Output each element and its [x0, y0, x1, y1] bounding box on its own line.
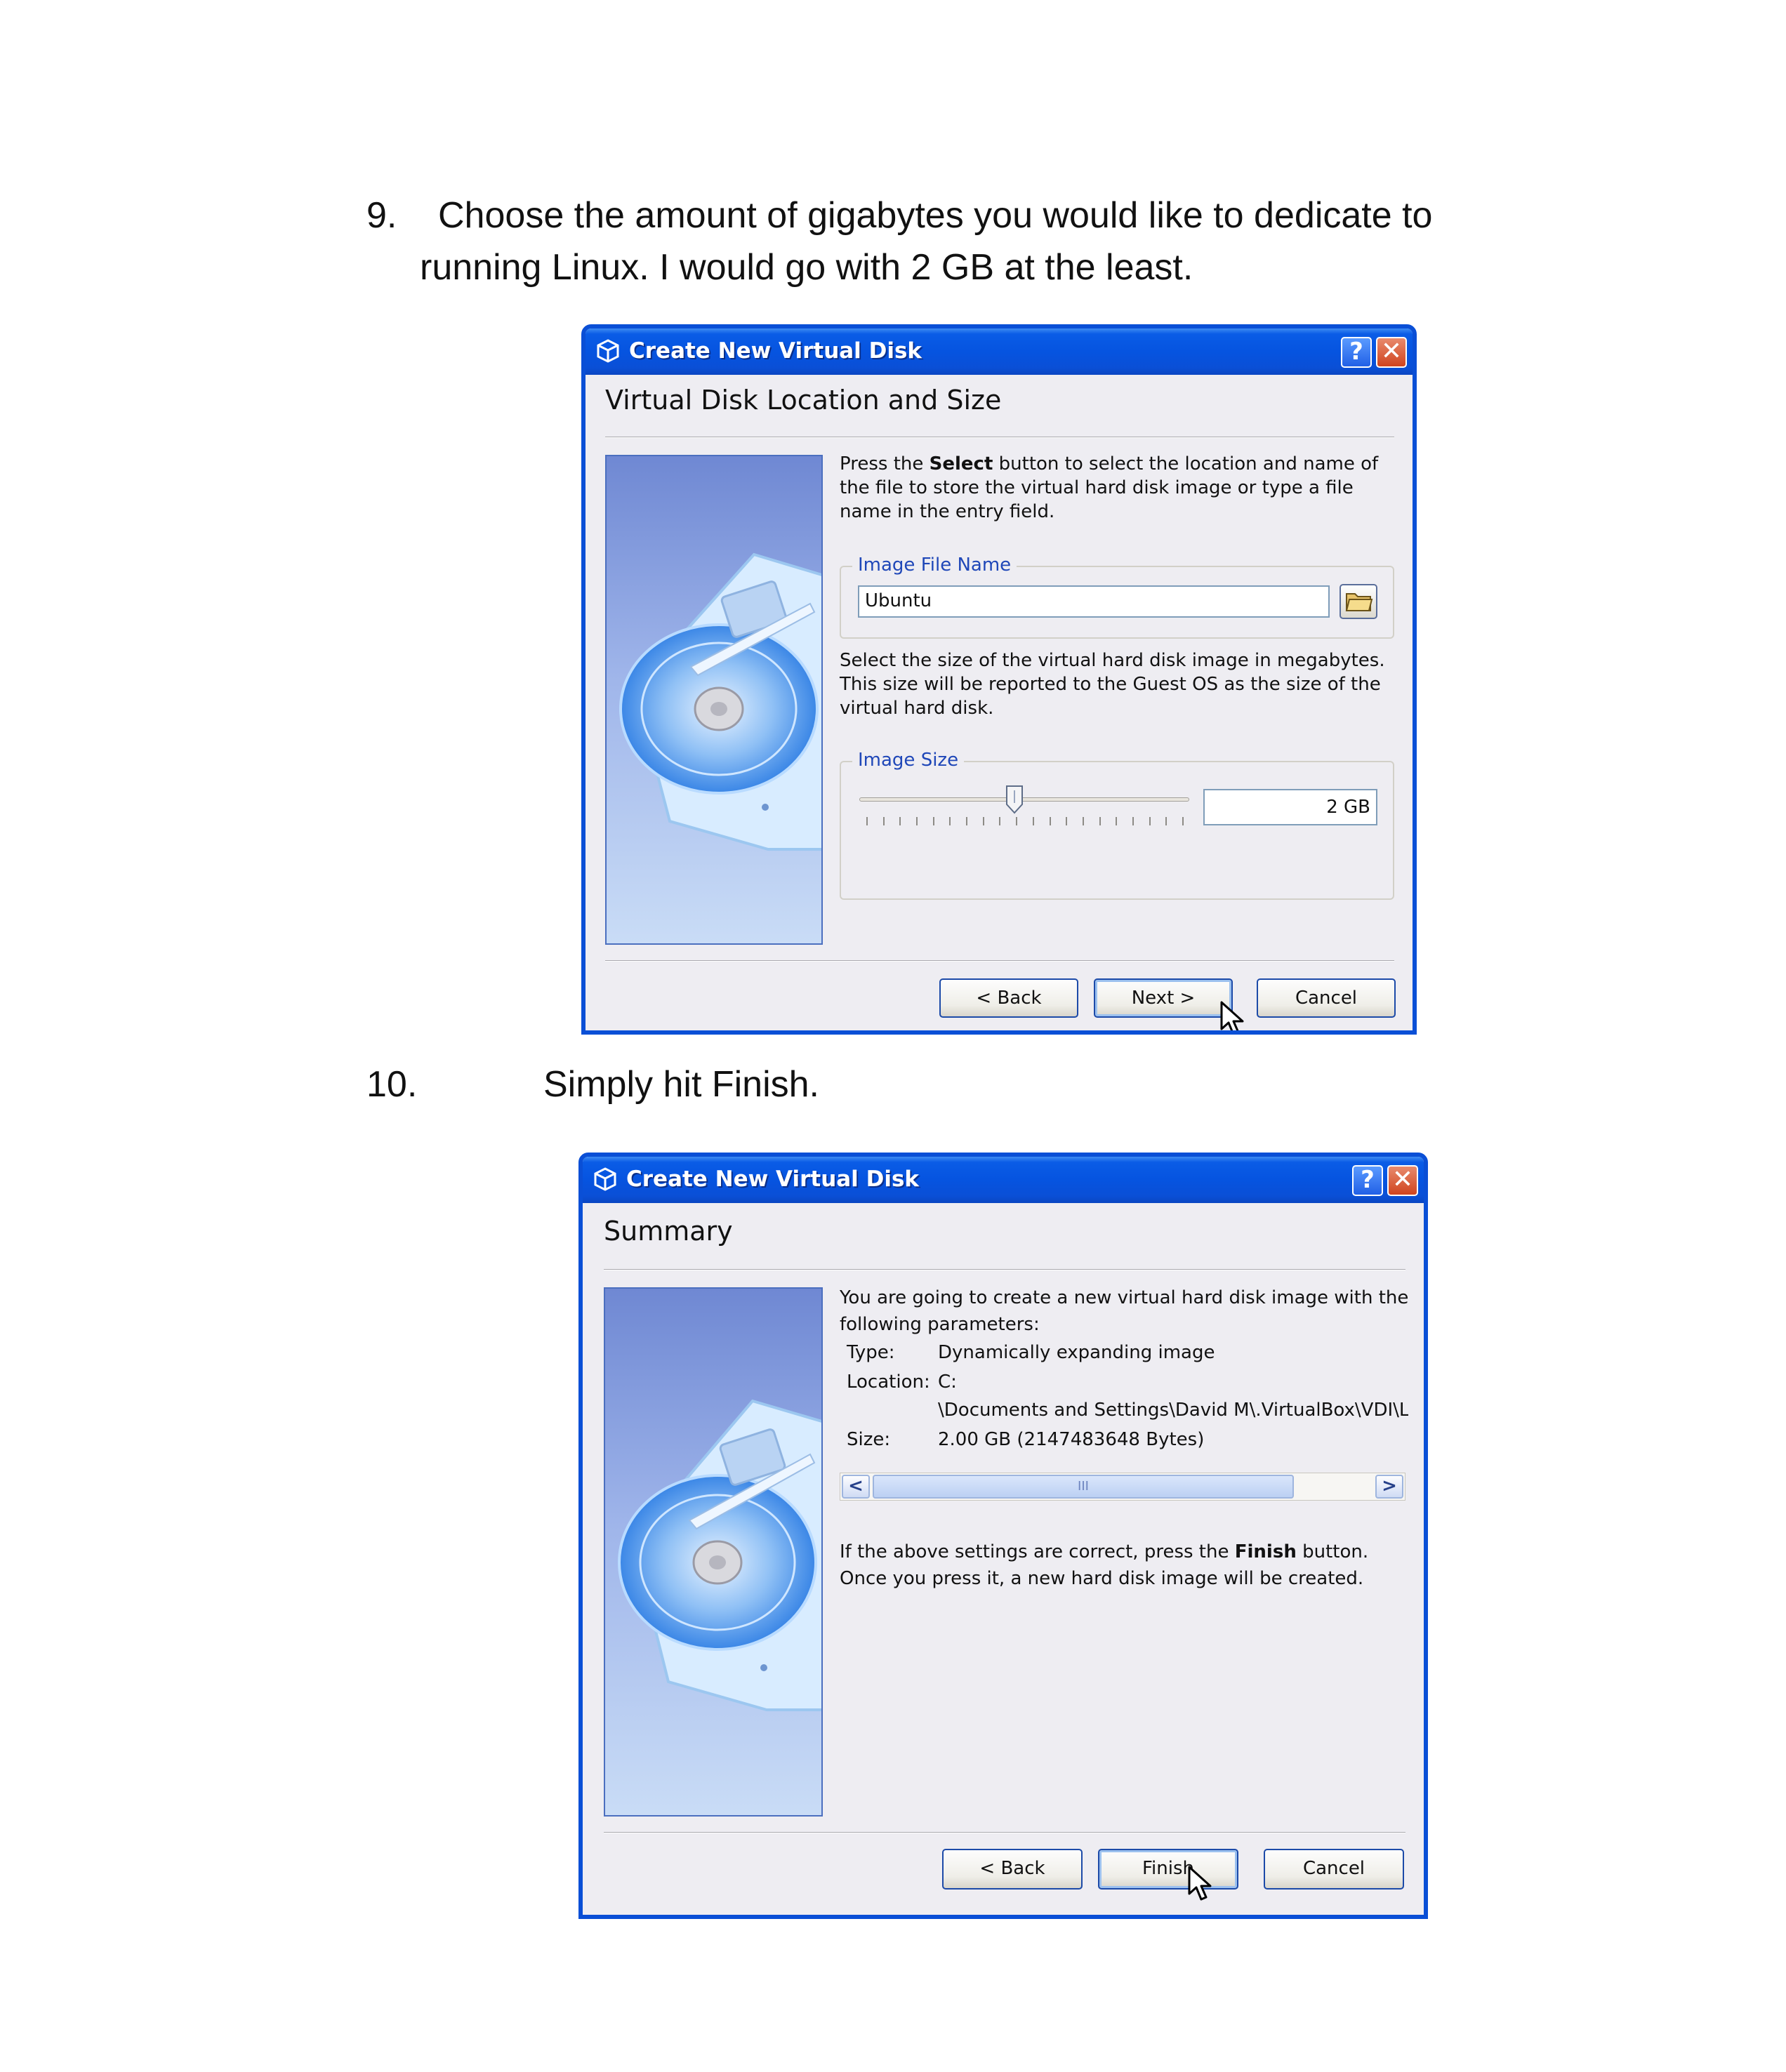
page-heading: Summary: [604, 1216, 733, 1247]
slider-tick: [966, 817, 968, 825]
image-size-label: Image Size: [852, 748, 965, 772]
close-button[interactable]: ✕: [1376, 337, 1407, 368]
mouse-cursor-icon: [1188, 1866, 1212, 1901]
virtualbox-cube-icon: [594, 1167, 616, 1191]
hard-disk-icon: [618, 1399, 821, 1711]
slider-tick: [999, 817, 1001, 825]
slider-tick: [1066, 817, 1068, 825]
summary-intro: You are going to create a new virtual ha…: [840, 1287, 1409, 1335]
heading-divider: [604, 1269, 1405, 1270]
help-button[interactable]: ?: [1352, 1165, 1383, 1196]
footer-divider: [605, 960, 1394, 962]
slider-tick: [1182, 817, 1184, 825]
finish-keyword: Finish: [1234, 1541, 1297, 1562]
select-file-button[interactable]: [1340, 584, 1377, 619]
titlebar[interactable]: Create New Virtual Disk ? ✕: [583, 1157, 1424, 1203]
next-button[interactable]: Next >: [1094, 978, 1233, 1018]
slider-tick: [916, 817, 918, 825]
scrollbar-thumb[interactable]: III: [873, 1475, 1294, 1499]
slider-tick: [1082, 817, 1084, 825]
image-size-slider-thumb[interactable]: [1005, 785, 1024, 814]
slider-tick: [1149, 817, 1151, 825]
finish-button[interactable]: Finish: [1098, 1849, 1238, 1890]
step-9-number: 9.: [366, 195, 397, 236]
step-9-line-1: Choose the amount of gigabytes you would…: [438, 195, 1433, 236]
slider-tick: [932, 817, 934, 825]
slider-tick: [1099, 817, 1101, 825]
location-value-path: \Documents and Settings\David M\.Virtual…: [938, 1400, 1408, 1421]
image-file-name-input[interactable]: Ubuntu: [858, 585, 1330, 618]
slider-tick: [866, 817, 868, 825]
step-10-number: 10.: [366, 1064, 418, 1105]
titlebar[interactable]: Create New Virtual Disk ? ✕: [586, 328, 1413, 375]
mouse-cursor-icon: [1220, 1001, 1244, 1030]
intro-text: Press the Select button to select the lo…: [840, 453, 1379, 522]
virtualbox-cube-icon: [597, 339, 619, 363]
image-size-group: Image Size: [840, 748, 1394, 900]
slider-tick: [1116, 817, 1118, 825]
location-label: Location:: [847, 1372, 930, 1393]
scroll-right-arrow-icon[interactable]: >: [1375, 1475, 1403, 1499]
type-label: Type:: [847, 1342, 895, 1363]
slider-tick: [1032, 817, 1034, 825]
slider-tick: [1132, 817, 1134, 825]
size-label: Size:: [847, 1429, 891, 1450]
hard-disk-illustration: [604, 1287, 823, 1817]
slider-tick: [882, 817, 885, 825]
cancel-button[interactable]: Cancel: [1257, 978, 1396, 1018]
image-size-input[interactable]: 2 GB: [1203, 789, 1377, 825]
image-size-slider-track[interactable]: [859, 797, 1189, 802]
back-button[interactable]: < Back: [939, 978, 1078, 1018]
slider-tick: [1016, 817, 1018, 825]
page-heading: Virtual Disk Location and Size: [605, 385, 1002, 416]
close-button[interactable]: ✕: [1387, 1165, 1418, 1196]
hard-disk-icon: [619, 552, 821, 851]
cancel-button[interactable]: Cancel: [1264, 1849, 1404, 1890]
heading-divider: [605, 437, 1394, 438]
size-description: Select the size of the virtual hard disk…: [840, 650, 1385, 719]
slider-tick: [949, 817, 951, 825]
step-10-text: Simply hit Finish.: [543, 1064, 819, 1105]
back-button[interactable]: < Back: [942, 1849, 1083, 1890]
footer-divider: [604, 1832, 1405, 1833]
slider-tick: [982, 817, 984, 825]
size-value: 2.00 GB (2147483648 Bytes): [938, 1429, 1205, 1450]
dialog-title: Create New Virtual Disk: [629, 338, 922, 364]
slider-tick: [899, 817, 901, 825]
dialog-virtual-disk-location: Create New Virtual Disk ? ✕ Virtual Disk…: [581, 324, 1417, 1035]
dialog-title: Create New Virtual Disk: [626, 1167, 920, 1192]
step-9-line-2: running Linux. I would go with 2 GB at t…: [420, 247, 1193, 288]
dialog-summary: Create New Virtual Disk ? ✕ Summary You …: [578, 1153, 1428, 1919]
scroll-left-arrow-icon[interactable]: <: [842, 1475, 870, 1499]
horizontal-scrollbar[interactable]: < III >: [840, 1473, 1405, 1501]
folder-icon: [1345, 593, 1373, 611]
select-keyword: Select: [929, 453, 993, 474]
image-file-name-label: Image File Name: [852, 553, 1017, 577]
parameters-list: Type: Dynamically expanding image Locati…: [847, 1338, 1408, 1457]
location-value-drive: C:: [938, 1372, 957, 1393]
help-button[interactable]: ?: [1341, 337, 1372, 368]
summary-outro: If the above settings are correct, press…: [840, 1541, 1369, 1589]
slider-tick: [1049, 817, 1051, 825]
slider-tick: [1165, 817, 1167, 825]
hard-disk-illustration: [605, 455, 823, 945]
type-value: Dynamically expanding image: [938, 1342, 1215, 1363]
